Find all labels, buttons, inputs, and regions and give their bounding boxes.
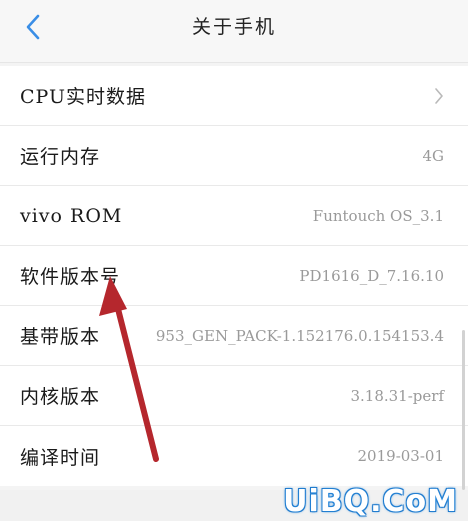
row-label: 基带版本 [20,326,101,348]
page-title: 关于手机 [191,16,276,38]
row-label: vivo ROM [20,204,123,227]
row-value: PD1616_D_7.16.10 [299,266,444,285]
row-label: 内核版本 [20,386,101,408]
row-label: CPU实时数据 [20,86,147,108]
scrollbar[interactable] [462,330,465,490]
list-item-build-time: 编译时间 2019-03-01 [0,426,468,486]
row-label: 软件版本号 [20,266,121,288]
row-value: 4G [422,146,444,165]
row-value: Funtouch OS_3.1 [312,206,444,225]
list-item-cpu-realtime[interactable]: CPU实时数据 [0,66,468,126]
chevron-right-icon [434,87,444,105]
watermark-logo: UiBQ.CoM [283,484,458,519]
row-label: 运行内存 [20,146,101,168]
list-item-software-version[interactable]: 软件版本号 PD1616_D_7.16.10 [0,246,468,306]
list-item-kernel-version: 内核版本 3.18.31-perf [0,366,468,426]
list-item-rom: vivo ROM Funtouch OS_3.1 [0,186,468,246]
row-value: 2019-03-01 [357,447,444,465]
row-value: 3.18.31-perf [350,386,444,405]
row-value: 953_GEN_PACK-1.152176.0.154153.4 [155,326,444,345]
row-label: 编译时间 [20,446,101,469]
about-phone-list: CPU实时数据 运行内存 4G vivo ROM Funtouch OS_3.1… [0,66,468,486]
top-bar: 关于手机 [0,0,468,63]
list-item-ram: 运行内存 4G [0,126,468,186]
list-item-baseband-version: 基带版本 953_GEN_PACK-1.152176.0.154153.4 [0,306,468,366]
